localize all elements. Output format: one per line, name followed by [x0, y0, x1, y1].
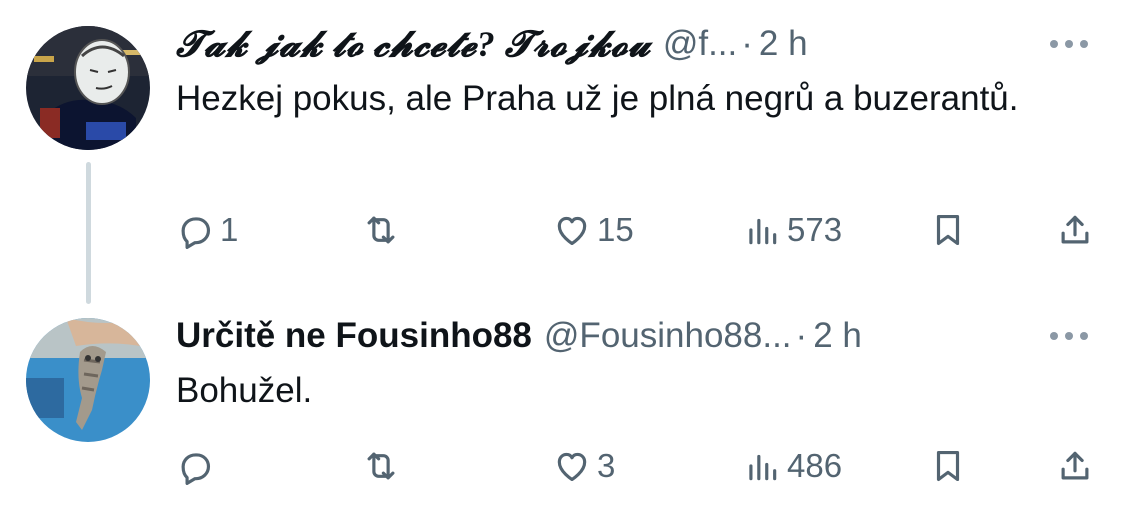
bookmark-icon	[936, 450, 960, 482]
views-icon	[749, 218, 777, 245]
reply-button[interactable]: 1	[176, 200, 238, 260]
reply-count: 1	[220, 211, 239, 248]
like-button[interactable]: 15	[553, 200, 634, 260]
like-count: 3	[597, 447, 616, 484]
tweet-header: 𝓣𝓪𝓴 𝓳𝓪𝓴 𝓽𝓸 𝓬𝓱𝓬𝓮𝓽𝓮? 𝓣𝓻𝓸𝓳𝓴𝓸𝓾 @f... · 2 h	[176, 22, 808, 66]
share-icon	[1061, 451, 1089, 480]
avatar[interactable]	[26, 26, 150, 150]
heart-icon	[557, 216, 587, 246]
more-options-button[interactable]	[1044, 316, 1094, 356]
display-name[interactable]: 𝓣𝓪𝓴 𝓳𝓪𝓴 𝓽𝓸 𝓬𝓱𝓬𝓮𝓽𝓮? 𝓣𝓻𝓸𝓳𝓴𝓸𝓾	[176, 23, 651, 66]
tweet[interactable]: 𝓣𝓪𝓴 𝓳𝓪𝓴 𝓽𝓸 𝓬𝓱𝓬𝓮𝓽𝓮? 𝓣𝓻𝓸𝓳𝓴𝓸𝓾 @f... · 2 h H…	[0, 22, 1125, 262]
view-count: 486	[787, 447, 843, 484]
views-button[interactable]: 486	[743, 436, 842, 496]
display-name[interactable]: Určitě ne Fousinho88	[176, 316, 532, 356]
like-count: 15	[597, 211, 634, 248]
share-button[interactable]	[1056, 436, 1094, 496]
bookmark-button[interactable]	[929, 436, 967, 496]
view-count: 573	[787, 211, 843, 248]
share-button[interactable]	[1056, 200, 1094, 260]
tweet-header: Určitě ne Fousinho88 @Fousinho88... · 2 …	[176, 314, 862, 358]
views-icon	[749, 454, 777, 481]
bookmark-button[interactable]	[929, 200, 967, 260]
retweet-icon	[367, 452, 395, 480]
heart-icon	[557, 452, 587, 482]
views-button[interactable]: 573	[743, 200, 842, 260]
retweet-button[interactable]	[362, 436, 406, 496]
reply-icon	[181, 453, 211, 485]
retweet-icon	[367, 216, 395, 244]
separator-dot: ·	[795, 316, 808, 355]
action-bar: 3 486	[0, 436, 1125, 496]
handle[interactable]: @f...	[663, 24, 737, 64]
like-button[interactable]: 3	[553, 436, 615, 496]
timestamp[interactable]: 2 h	[759, 24, 808, 64]
tweet-text: Hezkej pokus, ale Praha už je plná negrů…	[176, 79, 1019, 118]
separator-dot: ·	[741, 24, 753, 63]
reply-button[interactable]	[176, 436, 220, 496]
bookmark-icon	[936, 214, 960, 246]
share-icon	[1061, 215, 1089, 244]
more-icon	[1050, 332, 1058, 340]
timestamp[interactable]: 2 h	[813, 316, 862, 356]
tweet[interactable]: Určitě ne Fousinho88 @Fousinho88... · 2 …	[0, 314, 1125, 504]
more-options-button[interactable]	[1044, 24, 1094, 64]
reply-icon	[181, 217, 211, 249]
action-bar: 1 15 573	[0, 200, 1125, 260]
tweet-text: Bohužel.	[176, 371, 313, 410]
retweet-button[interactable]	[362, 200, 406, 260]
more-icon	[1050, 40, 1058, 48]
handle[interactable]: @Fousinho88...	[544, 316, 792, 356]
avatar[interactable]	[26, 318, 150, 442]
